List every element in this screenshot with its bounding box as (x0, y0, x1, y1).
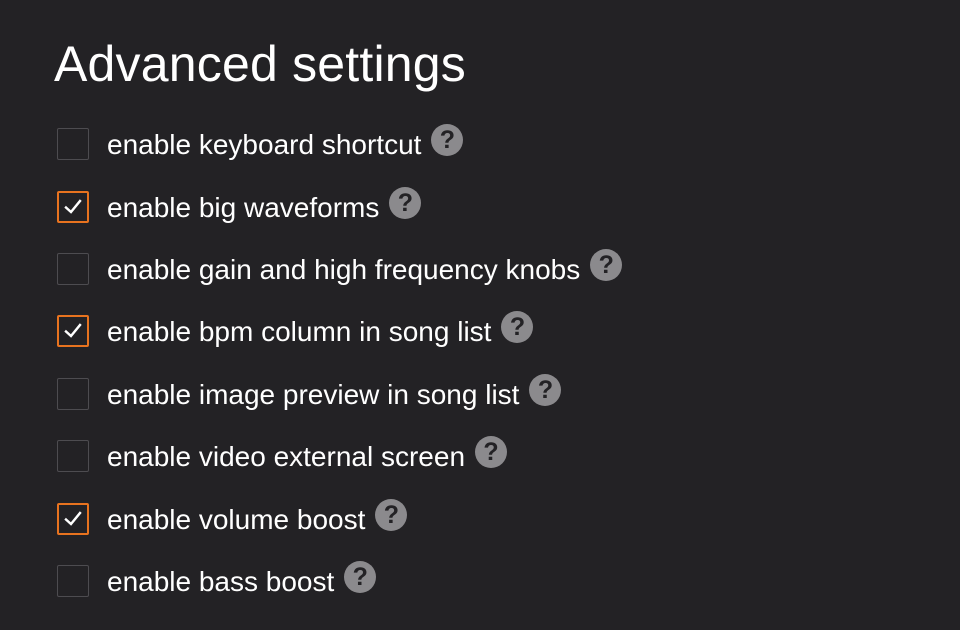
setting-label: enable gain and high frequency knobs (107, 253, 581, 285)
help-icon[interactable]: ? (590, 248, 623, 281)
setting-checkbox[interactable] (57, 564, 89, 597)
advanced-settings-panel: Advanced settings enable keyboard shortc… (0, 0, 960, 630)
setting-row: enable bpm column in song list ? (57, 300, 622, 362)
setting-checkbox[interactable] (57, 315, 89, 348)
setting-label: enable volume boost (107, 503, 366, 535)
setting-row: enable big waveforms ? (57, 175, 622, 237)
setting-label: enable big waveforms (107, 191, 380, 223)
help-icon[interactable]: ? (529, 373, 562, 406)
help-icon[interactable]: ? (501, 311, 534, 344)
checkmark-icon (64, 198, 82, 214)
setting-row: enable gain and high frequency knobs ? (57, 238, 623, 300)
checkmark-icon (64, 323, 82, 339)
setting-row: enable video external screen ? (57, 425, 622, 487)
setting-checkbox[interactable] (57, 128, 89, 161)
help-icon[interactable]: ? (389, 186, 422, 219)
setting-checkbox[interactable] (57, 502, 89, 535)
help-icon[interactable]: ? (375, 498, 408, 531)
setting-label: enable keyboard shortcut (107, 129, 422, 161)
help-icon[interactable]: ? (475, 436, 508, 469)
setting-label: enable image preview in song list (107, 378, 520, 410)
setting-label: enable bass boost (107, 565, 335, 597)
page-title: Advanced settings (54, 36, 466, 92)
setting-row: enable image preview in song list ? (57, 363, 622, 425)
setting-checkbox[interactable] (57, 440, 89, 473)
checkmark-icon (64, 510, 82, 526)
help-icon[interactable]: ? (344, 560, 377, 593)
setting-row: enable volume boost ? (57, 487, 622, 549)
setting-checkbox[interactable] (57, 190, 89, 223)
setting-label: enable bpm column in song list (107, 316, 492, 348)
setting-row: enable keyboard shortcut ? (57, 113, 622, 175)
setting-label: enable video external screen (107, 441, 466, 473)
setting-checkbox[interactable] (57, 252, 89, 285)
settings-list: enable keyboard shortcut ? enable big wa… (57, 113, 623, 612)
setting-row: enable bass boost ? (57, 550, 622, 612)
setting-checkbox[interactable] (57, 377, 89, 410)
help-icon[interactable]: ? (431, 124, 464, 157)
